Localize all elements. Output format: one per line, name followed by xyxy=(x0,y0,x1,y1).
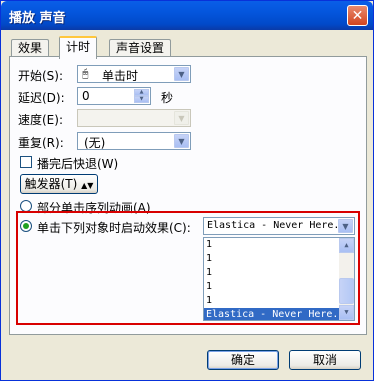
tab-effects[interactable]: 效果 xyxy=(11,39,50,57)
title-bar[interactable]: 播放 声音 ✕ xyxy=(1,1,373,30)
window-title: 播放 声音 xyxy=(9,11,66,26)
cancel-button[interactable]: 取消 xyxy=(289,350,361,370)
ok-button[interactable]: 确定 xyxy=(207,350,279,370)
delay-spinner[interactable]: 0 ▲ ▼ xyxy=(77,87,151,105)
speed-select[interactable]: ▼ xyxy=(77,109,191,127)
speed-label: 速度(E): xyxy=(18,113,63,127)
expand-icon: ▲▼ xyxy=(81,181,94,190)
chevron-down-icon: ▼ xyxy=(174,111,189,125)
repeat-label: 重复(R): xyxy=(18,136,64,150)
triggers-button[interactable]: 触发器(T) ▲▼ xyxy=(20,174,98,194)
radio-object-label: 单击下列对象时启动效果(C): xyxy=(37,221,191,235)
start-select-value: 单击时 xyxy=(102,69,139,83)
list-item[interactable]: 1 xyxy=(204,280,354,294)
list-item[interactable]: 1 xyxy=(204,294,354,308)
spinner-buttons[interactable]: ▲ ▼ xyxy=(134,89,149,103)
list-item[interactable]: 1 xyxy=(204,252,354,266)
list-item-selected[interactable]: Elastica - Never Here. xyxy=(204,308,354,320)
rewind-checkbox[interactable] xyxy=(20,156,32,168)
mouse-icon: 🖰 xyxy=(82,67,89,80)
list-item[interactable]: 1 xyxy=(204,266,354,280)
close-button[interactable]: ✕ xyxy=(347,5,368,26)
tab-sound-settings[interactable]: 声音设置 xyxy=(109,39,172,57)
rewind-label: 播完后快退(W) xyxy=(37,157,119,171)
trigger-object-value: Elastica - Never Here. xyxy=(207,220,340,231)
delay-unit: 秒 xyxy=(161,91,174,105)
trigger-object-select[interactable]: Elastica - Never Here. ▼ xyxy=(203,217,355,235)
list-item[interactable]: 1 xyxy=(204,238,354,252)
spin-down-icon[interactable]: ▼ xyxy=(134,96,149,103)
tab-timing[interactable]: 计时 xyxy=(59,36,98,59)
triggers-button-label: 触发器(T) xyxy=(24,177,78,191)
repeat-select-value: (无) xyxy=(84,136,106,150)
start-label: 开始(S): xyxy=(18,69,64,83)
start-select[interactable]: 🖰 单击时 ▼ xyxy=(77,65,191,83)
delay-value: 0 xyxy=(82,89,90,103)
trigger-object-list[interactable]: 1 1 1 1 1 Elastica - Never Here. ▲ ▼ xyxy=(203,237,355,321)
chevron-down-icon[interactable]: ▼ xyxy=(338,219,353,233)
list-scrollbar[interactable]: ▲ ▼ xyxy=(339,238,354,320)
repeat-select[interactable]: (无) ▼ xyxy=(77,132,191,150)
radio-start-on-click-of-object[interactable] xyxy=(20,220,32,232)
dialog-window: 播放 声音 ✕ 效果 计时 声音设置 开始(S): 🖰 单击时 ▼ 延迟(D):… xyxy=(0,0,374,381)
scroll-thumb[interactable] xyxy=(339,278,354,304)
spin-up-icon[interactable]: ▲ xyxy=(134,89,149,96)
scroll-up-icon[interactable]: ▲ xyxy=(339,238,354,253)
chevron-down-icon[interactable]: ▼ xyxy=(174,134,189,148)
scroll-down-icon[interactable]: ▼ xyxy=(339,305,354,320)
delay-label: 延迟(D): xyxy=(18,91,65,105)
chevron-down-icon[interactable]: ▼ xyxy=(174,67,189,81)
